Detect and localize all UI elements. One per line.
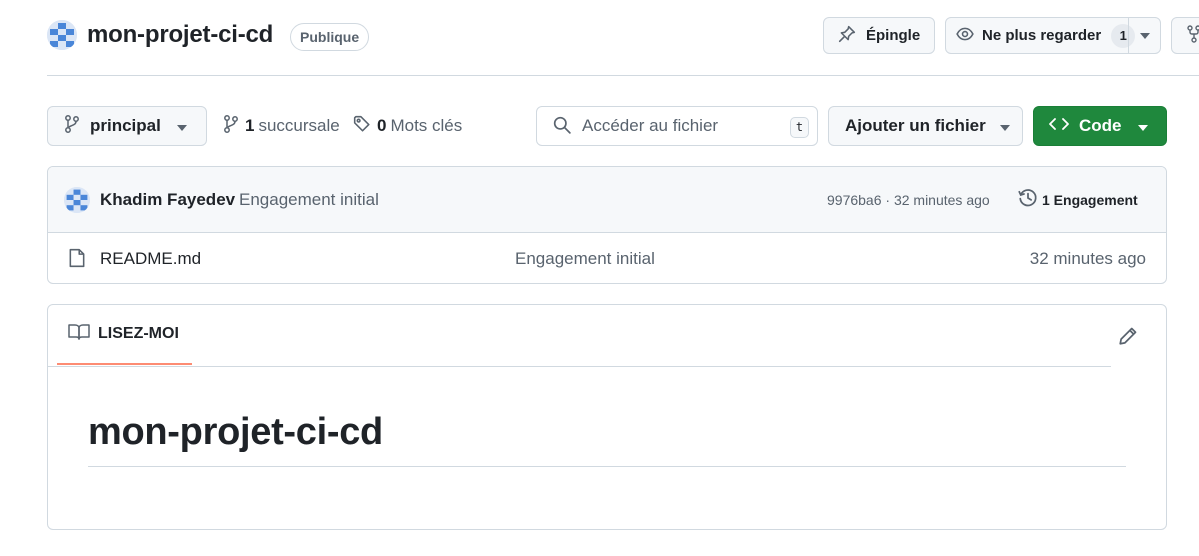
code-button[interactable]: Code xyxy=(1033,106,1167,146)
branch-name: principal xyxy=(90,116,161,135)
repo-header: mon-projet-ci-cd Publique Épingle Ne plu… xyxy=(47,16,1199,58)
tags-label: Mots clés xyxy=(390,116,463,135)
file-browser: Khadim Fayedev Engagement initial 9976ba… xyxy=(47,166,1167,284)
branches-link[interactable]: 1 succursale xyxy=(223,106,340,146)
fork-button[interactable] xyxy=(1171,17,1199,54)
latest-commit-bar: Khadim Fayedev Engagement initial 9976ba… xyxy=(48,167,1166,233)
file-updated-age: 32 minutes ago xyxy=(1029,249,1146,268)
file-name[interactable]: README.md xyxy=(100,249,201,269)
readme-panel: LISEZ-MOI mon-projet-ci-cd xyxy=(47,304,1167,530)
book-icon xyxy=(68,323,90,346)
commits-history-link[interactable]: 1 Engagement xyxy=(1018,188,1138,211)
visibility-badge: Publique xyxy=(290,23,370,51)
chevron-down-icon xyxy=(1137,116,1148,136)
tag-icon xyxy=(353,115,371,138)
file-commit-message[interactable]: Engagement initial xyxy=(515,249,655,269)
branch-selector[interactable]: principal xyxy=(47,106,207,146)
tags-count: 0 xyxy=(377,116,387,135)
commits-count-label: 1 Engagement xyxy=(1042,191,1138,208)
repo-name[interactable]: mon-projet-ci-cd xyxy=(87,21,273,49)
shortcut-key: t xyxy=(790,117,809,138)
code-icon xyxy=(1049,116,1069,136)
readme-content: mon-projet-ci-cd xyxy=(88,411,1126,467)
commit-meta[interactable]: 9976ba6 · 32 minutes ago xyxy=(827,192,990,208)
file-icon xyxy=(68,248,86,271)
fork-icon xyxy=(1186,24,1199,47)
pin-button[interactable]: Épingle xyxy=(823,17,935,54)
search-icon xyxy=(553,116,571,137)
readme-tab-label: LISEZ-MOI xyxy=(98,325,179,342)
tags-link[interactable]: 0 Mots clés xyxy=(353,106,462,146)
branches-label: succursale xyxy=(258,116,340,135)
commit-author[interactable]: Khadim Fayedev xyxy=(100,190,235,210)
branch-icon xyxy=(223,114,239,139)
branches-count: 1 xyxy=(245,116,255,135)
eye-icon xyxy=(956,25,974,47)
watch-dropdown-caret[interactable] xyxy=(1128,18,1160,53)
chevron-down-icon xyxy=(176,116,187,136)
go-to-file-input[interactable]: Accéder au fichier t xyxy=(536,106,818,146)
branch-icon xyxy=(64,114,80,139)
pencil-icon xyxy=(1119,327,1137,345)
file-row[interactable]: README.md Engagement initial 32 minutes … xyxy=(48,233,1166,283)
repo-toolbar: principal 1 succursale 0 Mots clés Accéd… xyxy=(47,106,1199,146)
watch-label: Ne plus regarder xyxy=(982,27,1102,44)
chevron-down-icon xyxy=(999,116,1010,136)
chevron-down-icon xyxy=(1139,32,1150,39)
watch-button[interactable]: Ne plus regarder 1 xyxy=(945,17,1161,54)
author-avatar[interactable] xyxy=(64,187,90,213)
go-to-file-placeholder: Accéder au fichier xyxy=(582,116,719,135)
code-label: Code xyxy=(1079,116,1122,135)
owner-avatar[interactable] xyxy=(47,20,77,50)
readme-heading: mon-projet-ci-cd xyxy=(88,411,383,453)
history-icon xyxy=(1018,188,1038,211)
add-file-button[interactable]: Ajouter un fichier xyxy=(828,106,1023,146)
add-file-label: Ajouter un fichier xyxy=(845,116,986,135)
pin-icon xyxy=(838,25,856,47)
pin-label: Épingle xyxy=(866,27,921,44)
readme-tabs: LISEZ-MOI xyxy=(48,305,1111,367)
edit-readme-button[interactable] xyxy=(1118,326,1138,349)
header-divider xyxy=(47,75,1199,76)
tab-readme[interactable]: LISEZ-MOI xyxy=(57,305,192,365)
commit-message[interactable]: Engagement initial xyxy=(239,190,379,210)
